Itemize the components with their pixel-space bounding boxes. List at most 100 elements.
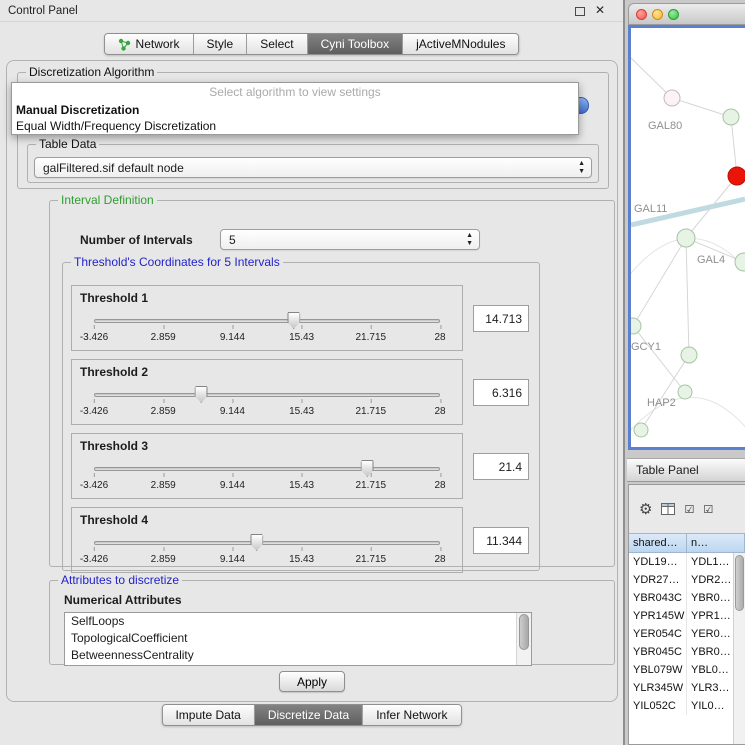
network-node[interactable] [678, 385, 692, 399]
close-traffic-light-icon[interactable] [636, 9, 647, 20]
list-item[interactable]: TopologicalCoefficient [65, 630, 531, 647]
network-edge [633, 238, 686, 326]
slider-handle[interactable] [361, 460, 374, 477]
network-node[interactable] [677, 229, 695, 247]
table-row[interactable]: YER054CYER0… [629, 625, 745, 643]
zoom-traffic-light-icon[interactable] [668, 9, 679, 20]
tab-style[interactable]: Style [194, 34, 248, 54]
combo-up-arrow-icon: ▲ [466, 232, 473, 240]
main-panel: Discretization Algorithm Select algorith… [6, 60, 618, 702]
table-data-combobox[interactable]: galFiltered.sif default node ▲ ▼ [34, 157, 592, 178]
numerical-attributes-list[interactable]: SelfLoopsTopologicalCoefficientBetweenne… [64, 612, 532, 666]
table-cell: YPR145W [629, 607, 687, 625]
threshold-value-field[interactable]: 14.713 [473, 305, 529, 332]
scale-label: 9.144 [220, 332, 245, 343]
table-cell: YER054C [629, 625, 687, 643]
table-cell: YDL19… [629, 553, 687, 571]
threshold-slider[interactable] [94, 534, 440, 551]
table-scrollbar-thumb[interactable] [735, 555, 744, 611]
table-row[interactable]: YBL079WYBL0… [629, 661, 745, 679]
network-node[interactable] [681, 347, 697, 363]
threshold-panel: Threshold 3-3.4262.8599.14415.4321.71528 [71, 433, 463, 499]
table-row[interactable]: YIL052CYIL0… [629, 697, 745, 715]
slider-track [94, 467, 440, 471]
threshold-slider[interactable] [94, 386, 440, 403]
number-of-intervals-combobox[interactable]: 5 ▲ ▼ [220, 229, 480, 250]
tab-impute-data[interactable]: Impute Data [162, 705, 254, 725]
list-item[interactable]: BetweennessCentrality [65, 647, 531, 664]
scale-label: 15.43 [289, 406, 314, 417]
network-node[interactable] [728, 167, 745, 185]
slider-track [94, 319, 440, 323]
slider-handle[interactable] [195, 386, 208, 403]
dropdown-item-equal-width-frequency[interactable]: Equal Width/Frequency Discretization [12, 118, 578, 134]
scale-label: 15.43 [289, 332, 314, 343]
table-row[interactable]: YDR27…YDR2… [629, 571, 745, 589]
scale-label: 2.859 [151, 554, 176, 565]
network-node[interactable] [723, 109, 739, 125]
dropdown-item-manual-discretization[interactable]: Manual Discretization [12, 102, 578, 118]
table-scrollbar[interactable] [733, 553, 745, 744]
gear-icon[interactable]: ⚙ [639, 500, 652, 518]
scale-label: 28 [434, 332, 445, 343]
apply-button[interactable]: Apply [279, 671, 345, 692]
list-item[interactable]: SelfLoops [65, 613, 531, 630]
columns-icon[interactable] [661, 503, 675, 515]
table-cell: YIL052C [629, 697, 687, 715]
threshold-value-field[interactable]: 21.4 [473, 453, 529, 480]
tab-label: jActiveMNodules [416, 37, 505, 51]
scale-label: -3.426 [80, 554, 108, 565]
tab-jactivemnodules[interactable]: jActiveMNodules [403, 34, 518, 54]
threshold-slider[interactable] [94, 460, 440, 477]
threshold-rows: Threshold 1-3.4262.8599.14415.4321.71528… [71, 285, 531, 581]
network-node[interactable] [735, 253, 745, 271]
scale-label: 28 [434, 554, 445, 565]
threshold-value-field[interactable]: 11.344 [473, 527, 529, 554]
column-header-shared[interactable]: shared… [629, 533, 687, 553]
scale-label: 15.43 [289, 480, 314, 491]
tab-select[interactable]: Select [247, 34, 307, 54]
network-edge [686, 176, 737, 238]
slider-scale: -3.4262.8599.14415.4321.71528 [94, 406, 440, 418]
tab-label: Infer Network [376, 708, 447, 722]
table-row[interactable]: YPR145WYPR1… [629, 607, 745, 625]
scale-label: 21.715 [356, 480, 387, 491]
tab-label: Select [260, 37, 293, 51]
table-row[interactable]: YLR345WYLR3… [629, 679, 745, 697]
tab-network[interactable]: Network [105, 34, 194, 54]
column-header-n[interactable]: n… [687, 533, 745, 553]
tab-label: Style [207, 37, 234, 51]
tab-infer-network[interactable]: Infer Network [363, 705, 460, 725]
checkbox-icon[interactable]: ☑ [684, 503, 694, 516]
float-window-icon[interactable] [575, 7, 585, 16]
close-icon[interactable]: ✕ [595, 3, 605, 17]
tab-cyni-toolbox[interactable]: Cyni Toolbox [308, 34, 403, 54]
network-node[interactable] [664, 90, 680, 106]
table-panel-header: Table Panel [627, 458, 745, 482]
combo-arrows-icon: ▲ ▼ [466, 232, 473, 248]
list-scrollbar-thumb[interactable] [519, 614, 529, 650]
threshold-value-field[interactable]: 6.316 [473, 379, 529, 406]
network-node[interactable] [631, 318, 641, 334]
tab-discretize-data[interactable]: Discretize Data [255, 705, 363, 725]
scale-label: 2.859 [151, 480, 176, 491]
threshold-row-2: Threshold 2-3.4262.8599.14415.4321.71528… [71, 359, 531, 425]
scale-label: 21.715 [356, 332, 387, 343]
table-row[interactable]: YDL19…YDL1… [629, 553, 745, 571]
slider-handle[interactable] [250, 534, 263, 551]
network-node[interactable] [634, 423, 648, 437]
top-tab-bar: Network Style Select Cyni Toolbox jActiveMNo… [104, 33, 520, 55]
table-cell: YBR043C [629, 589, 687, 607]
number-of-intervals-value: 5 [229, 233, 236, 247]
slider-handle[interactable] [287, 312, 300, 329]
minimize-traffic-light-icon[interactable] [652, 9, 663, 20]
list-scrollbar[interactable] [516, 613, 531, 665]
node-label: GAL11 [634, 203, 667, 215]
threshold-panel: Threshold 1-3.4262.8599.14415.4321.71528 [71, 285, 463, 351]
threshold-slider[interactable] [94, 312, 440, 329]
table-row[interactable]: YBR043CYBR0… [629, 589, 745, 607]
network-view[interactable]: GAL80GAL11GAL4GCY1HAP2 [628, 25, 745, 450]
table-row[interactable]: YBR045CYBR0… [629, 643, 745, 661]
checkbox-icon[interactable]: ☑ [703, 503, 713, 516]
combo-down-arrow-icon: ▼ [466, 240, 473, 248]
